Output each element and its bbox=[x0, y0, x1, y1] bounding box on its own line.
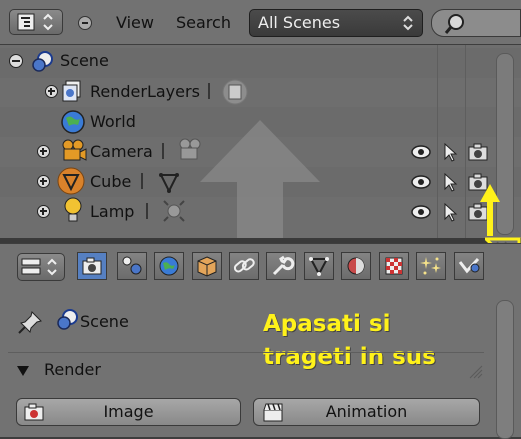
separator bbox=[141, 173, 143, 189]
cube-icon bbox=[197, 256, 217, 277]
tree-item-lamp[interactable]: Lamp bbox=[90, 202, 134, 221]
tab-material[interactable] bbox=[341, 252, 371, 280]
renderlayers-icon bbox=[62, 80, 81, 102]
search-input[interactable] bbox=[431, 9, 521, 37]
properties-scrollbar[interactable] bbox=[496, 300, 514, 439]
pin-icon[interactable] bbox=[17, 309, 45, 335]
properties-icon bbox=[21, 258, 57, 276]
mesh-data-icon bbox=[309, 257, 329, 277]
world-icon bbox=[159, 256, 179, 276]
particles-icon bbox=[420, 257, 441, 275]
render-camera-icon[interactable] bbox=[468, 143, 488, 161]
tab-modifiers[interactable] bbox=[266, 252, 296, 280]
render-camera-icon bbox=[82, 257, 102, 275]
separator bbox=[208, 83, 210, 99]
material-sphere-icon bbox=[347, 257, 365, 275]
chevron-updown-icon bbox=[403, 15, 413, 31]
panel-drag-handle-icon[interactable] bbox=[468, 360, 484, 380]
display-mode-label: All Scenes bbox=[258, 13, 341, 32]
tab-constraints[interactable] bbox=[229, 252, 259, 280]
tab-render[interactable] bbox=[77, 252, 107, 280]
tree-item-renderlayers[interactable]: RenderLayers bbox=[90, 82, 200, 101]
triangle-down-icon bbox=[17, 366, 29, 376]
separator bbox=[146, 203, 148, 219]
render-animation-label: Animation bbox=[325, 402, 408, 421]
physics-icon bbox=[458, 257, 480, 274]
lamp-data-icon bbox=[163, 200, 185, 222]
checker-texture-icon bbox=[385, 257, 403, 275]
scene-icon bbox=[57, 309, 78, 330]
outliner-tree[interactable]: Scene RenderLayers World Camera Cube Lam… bbox=[0, 45, 521, 238]
visibility-eye-icon[interactable] bbox=[410, 174, 432, 190]
tab-texture[interactable] bbox=[379, 252, 409, 280]
lamp-object-icon bbox=[64, 197, 82, 222]
outliner-header: View Search All Scenes bbox=[0, 0, 521, 45]
tree-item-world[interactable]: World bbox=[90, 112, 136, 131]
tab-mesh-data[interactable] bbox=[304, 252, 334, 280]
view-menu[interactable]: View bbox=[116, 13, 154, 32]
tab-render-layers[interactable] bbox=[117, 252, 147, 280]
render-image-button[interactable]: Image bbox=[16, 398, 241, 426]
expand-lamp-toggle[interactable] bbox=[37, 205, 50, 218]
render-image-label: Image bbox=[103, 402, 154, 421]
render-panel-title: Render bbox=[44, 360, 101, 379]
panel-divider bbox=[8, 352, 484, 353]
collapse-scene-toggle[interactable] bbox=[9, 54, 23, 68]
tab-particles[interactable] bbox=[416, 252, 446, 280]
render-animation-button[interactable]: Animation bbox=[253, 398, 480, 426]
search-menu[interactable]: Search bbox=[176, 13, 231, 32]
properties-editor-type-button[interactable] bbox=[17, 253, 65, 281]
renderlayer-sub-icon bbox=[222, 79, 248, 105]
collapse-menu-icon[interactable] bbox=[78, 16, 92, 30]
display-mode-select[interactable]: All Scenes bbox=[249, 9, 423, 37]
context-scene-label[interactable]: Scene bbox=[80, 312, 129, 331]
render-panel-header[interactable]: Render bbox=[10, 356, 484, 386]
expand-camera-toggle[interactable] bbox=[37, 145, 50, 158]
expand-renderlayers-toggle[interactable] bbox=[45, 85, 58, 98]
expand-cube-toggle[interactable] bbox=[37, 175, 50, 188]
select-cursor-icon[interactable] bbox=[442, 172, 458, 192]
yellow-up-arrow-icon bbox=[480, 184, 500, 236]
visibility-eye-icon[interactable] bbox=[410, 204, 432, 220]
select-cursor-icon[interactable] bbox=[442, 202, 458, 222]
chain-link-icon bbox=[233, 258, 255, 273]
separator bbox=[162, 143, 164, 159]
tree-item-camera[interactable]: Camera bbox=[90, 142, 153, 161]
renderlayers-icon bbox=[122, 256, 142, 275]
mesh-data-icon bbox=[159, 173, 179, 194]
tab-physics[interactable] bbox=[454, 252, 484, 280]
mesh-object-icon bbox=[57, 167, 85, 195]
visibility-eye-icon[interactable] bbox=[410, 144, 432, 160]
tab-world[interactable] bbox=[154, 252, 184, 280]
annotation-line-1: Apasati si bbox=[263, 311, 391, 337]
outliner-icon bbox=[17, 13, 53, 31]
select-cursor-icon[interactable] bbox=[442, 142, 458, 162]
magnifier-icon bbox=[444, 14, 464, 34]
world-icon bbox=[61, 110, 85, 134]
clapperboard-icon bbox=[263, 403, 283, 422]
drag-up-arrow-icon bbox=[200, 120, 320, 238]
render-camera-icon bbox=[24, 403, 44, 421]
scene-icon bbox=[32, 51, 53, 72]
editor-type-button[interactable] bbox=[9, 9, 63, 35]
tree-item-scene[interactable]: Scene bbox=[60, 51, 109, 70]
wrench-icon bbox=[272, 255, 295, 276]
tab-object[interactable] bbox=[192, 252, 222, 280]
camera-data-icon bbox=[179, 138, 201, 160]
tree-item-cube[interactable]: Cube bbox=[90, 172, 131, 191]
camera-object-icon bbox=[62, 139, 87, 161]
